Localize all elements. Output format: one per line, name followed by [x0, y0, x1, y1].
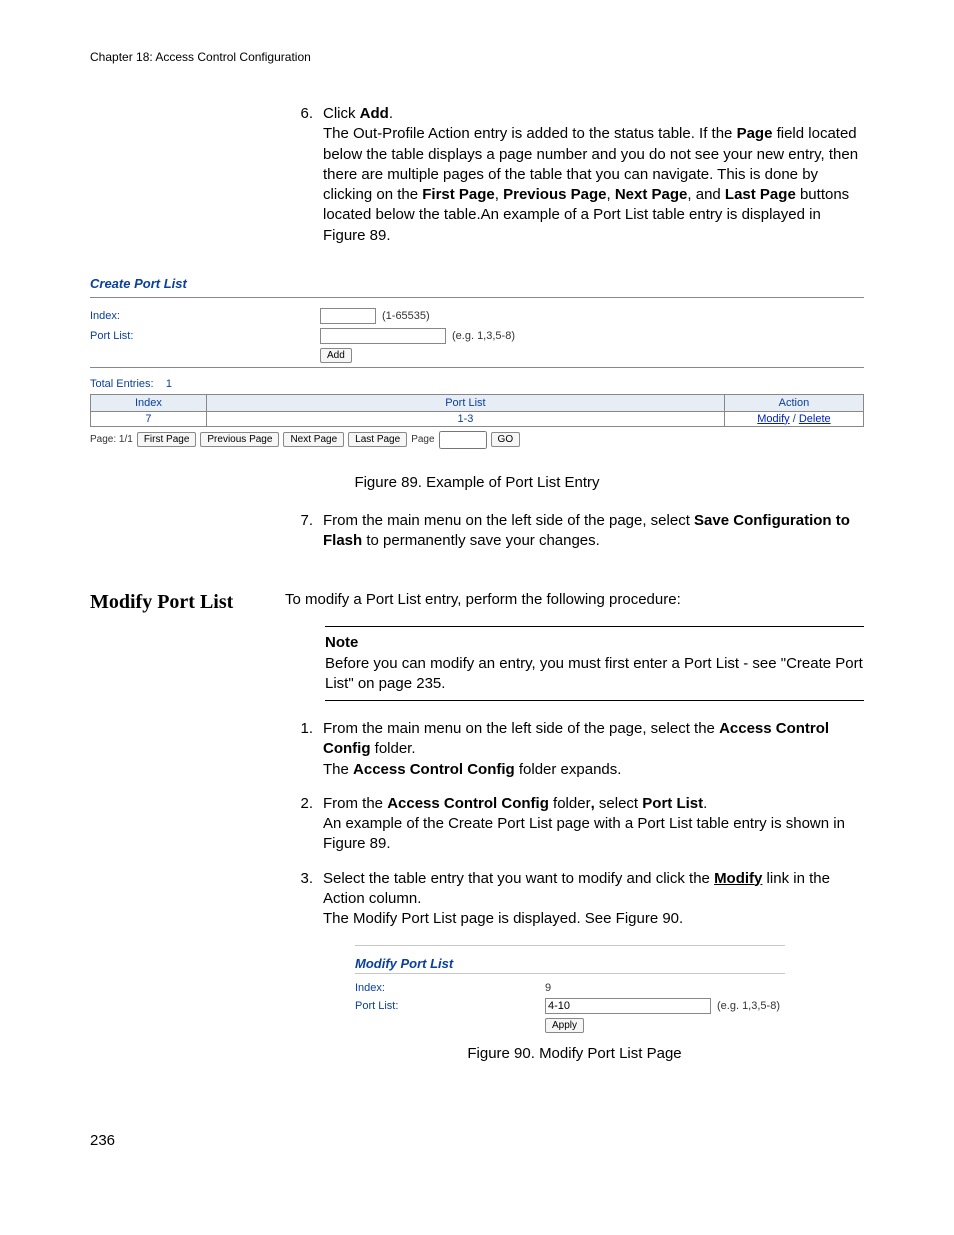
portlist-label: Port List: [90, 330, 320, 342]
cell-action: Modify / Delete [724, 411, 863, 426]
page-indicator: Page: 1/1 [90, 434, 133, 445]
index-row: Index: (1-65535) [90, 308, 864, 324]
col-index: Index [91, 394, 207, 411]
modify-portlist-label: Port List: [355, 1000, 545, 1012]
index-hint: (1-65535) [382, 310, 430, 322]
modify-link[interactable]: Modify [757, 413, 789, 425]
next-page-button[interactable]: Next Page [283, 432, 344, 447]
modify-portlist-hint: (e.g. 1,3,5-8) [717, 1000, 780, 1012]
col-action: Action [724, 394, 863, 411]
modify-portlist-row: Port List: (e.g. 1,3,5-8) [355, 998, 785, 1014]
cell-index: 7 [91, 411, 207, 426]
modify-port-list-panel: Modify Port List Index: 9 Port List: (e.… [355, 945, 785, 1033]
page-number: 236 [90, 1132, 864, 1149]
apply-button[interactable]: Apply [545, 1018, 584, 1033]
modify-step-1: 1. From the main menu on the left side o… [285, 719, 864, 780]
create-port-list-title: Create Port List [90, 276, 864, 291]
table-row: 7 1-3 Modify / Delete [91, 411, 864, 426]
go-button[interactable]: GO [491, 432, 521, 447]
divider [90, 297, 864, 298]
portlist-hint: (e.g. 1,3,5-8) [452, 330, 515, 342]
portlist-row: Port List: (e.g. 1,3,5-8) [90, 328, 864, 344]
note-body: Before you can modify an entry, you must… [325, 654, 864, 695]
col-portlist: Port List [206, 394, 724, 411]
delete-link[interactable]: Delete [799, 413, 831, 425]
divider [90, 367, 864, 368]
index-label: Index: [90, 310, 320, 322]
first-page-button[interactable]: First Page [137, 432, 197, 447]
step-6-line1: Click Add. [323, 105, 393, 122]
step-6-number: 6. [285, 104, 323, 246]
portlist-input[interactable] [320, 328, 446, 344]
port-list-table: Index Port List Action 7 1-3 Modify / De… [90, 394, 864, 427]
step-7-number: 7. [285, 511, 323, 552]
add-button[interactable]: Add [320, 348, 352, 363]
chapter-header: Chapter 18: Access Control Configuration [90, 50, 864, 64]
modify-port-list-heading: Modify Port List [90, 591, 285, 1082]
create-port-list-panel: Create Port List Index: (1-65535) Port L… [90, 276, 864, 449]
index-input[interactable] [320, 308, 376, 324]
page-input[interactable] [439, 431, 487, 449]
step-7: 7. From the main menu on the left side o… [285, 511, 864, 552]
divider [355, 973, 785, 974]
step-6-paragraph: The Out-Profile Action entry is added to… [323, 125, 858, 243]
modify-intro: To modify a Port List entry, perform the… [285, 591, 864, 608]
modify-portlist-input[interactable] [545, 998, 711, 1014]
modify-panel-title: Modify Port List [355, 956, 785, 971]
note-box: Note Before you can modify an entry, you… [325, 626, 864, 701]
modify-index-value: 9 [545, 982, 551, 994]
modify-index-row: Index: 9 [355, 982, 785, 994]
figure-89-caption: Figure 89. Example of Port List Entry [90, 474, 864, 491]
last-page-button[interactable]: Last Page [348, 432, 407, 447]
modify-step-3: 3. Select the table entry that you want … [285, 869, 864, 930]
total-entries: Total Entries: 1 [90, 378, 864, 390]
modify-step-2: 2. From the Access Control Config folder… [285, 794, 864, 855]
previous-page-button[interactable]: Previous Page [200, 432, 279, 447]
note-title: Note [325, 633, 864, 653]
modify-index-label: Index: [355, 982, 545, 994]
step-6: 6. Click Add. The Out-Profile Action ent… [285, 104, 864, 246]
cell-portlist: 1-3 [206, 411, 724, 426]
page-word: Page [411, 434, 434, 445]
figure-90-caption: Figure 90. Modify Port List Page [285, 1045, 864, 1062]
pager: Page: 1/1 First Page Previous Page Next … [90, 431, 864, 449]
